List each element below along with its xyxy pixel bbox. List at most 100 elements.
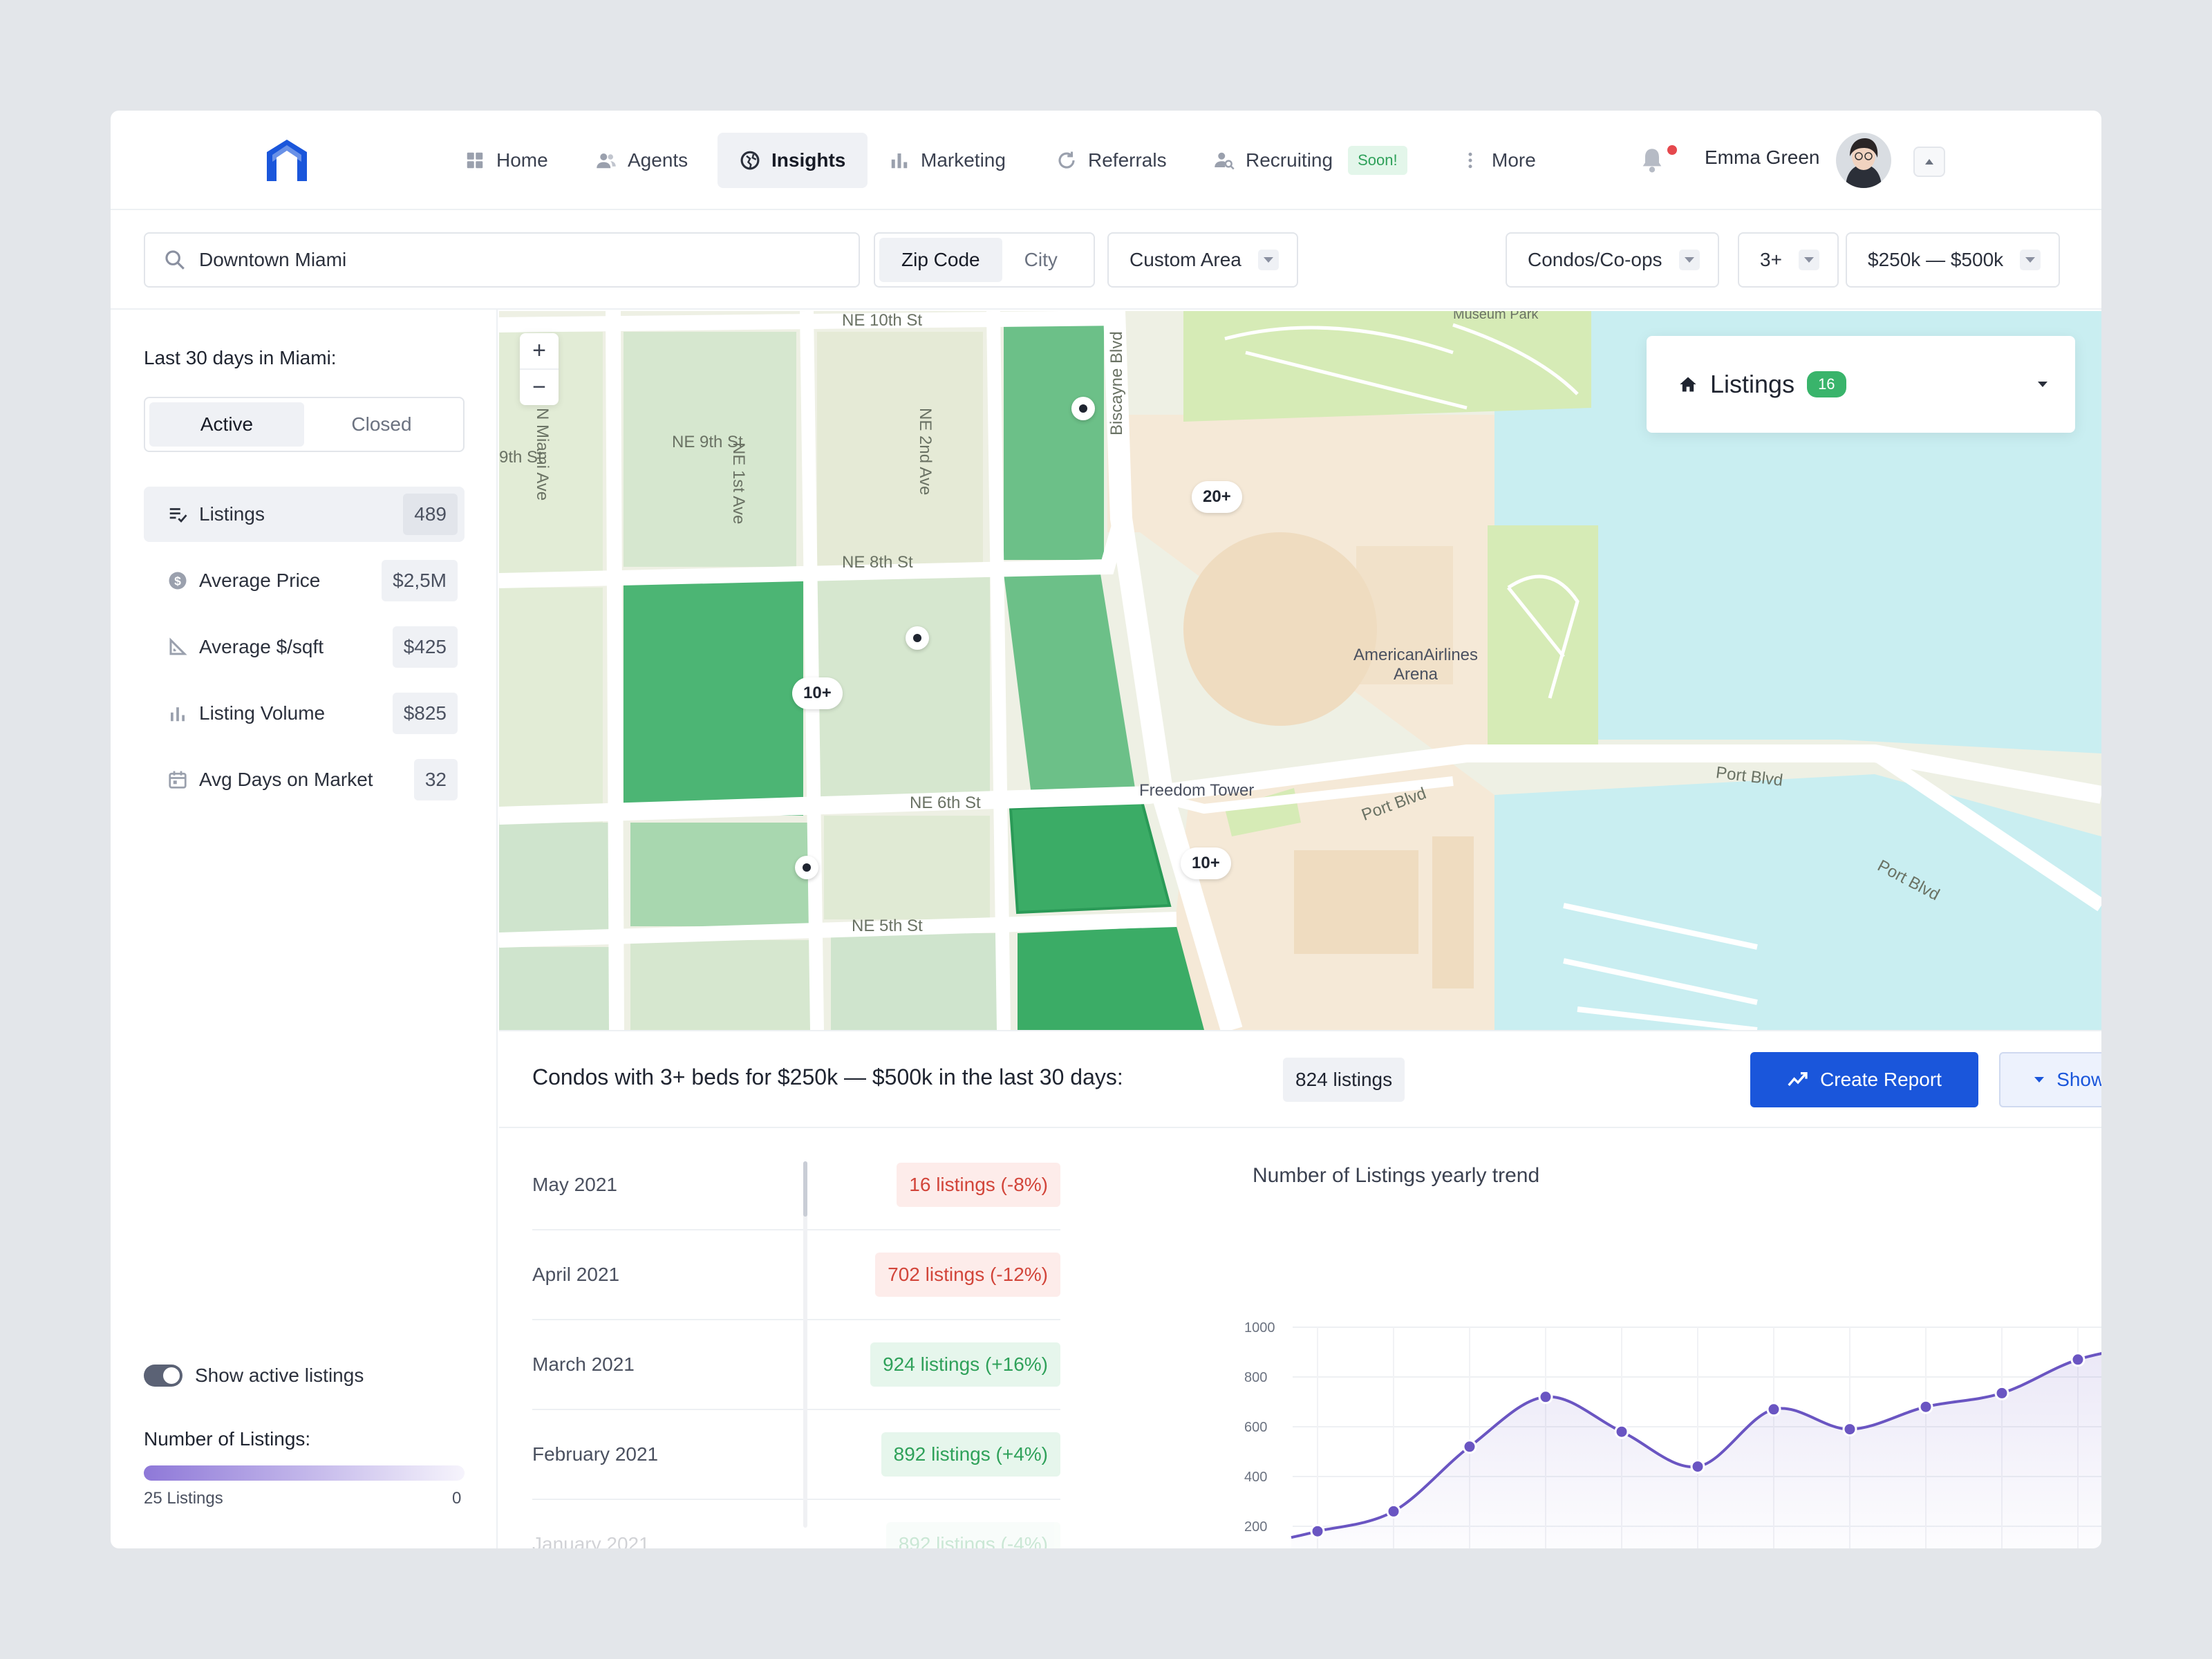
nav-referrals[interactable]: Referrals bbox=[1034, 133, 1189, 188]
change-badge: 892 listings (-4%) bbox=[885, 1522, 1060, 1548]
summary-count-badge: 824 listings bbox=[1283, 1058, 1405, 1102]
nav-marketing-label: Marketing bbox=[921, 149, 1006, 171]
area-type-city[interactable]: City bbox=[1002, 238, 1080, 282]
create-report-button[interactable]: Create Report bbox=[1750, 1052, 1978, 1107]
area-type-toggle: Zip Code City bbox=[874, 232, 1095, 288]
y-tick-label: 400 bbox=[1244, 1470, 1267, 1485]
metric-label: Avg Days on Market bbox=[199, 769, 373, 790]
show-less-button[interactable]: Show less bbox=[1999, 1052, 2101, 1107]
chevron-down-icon bbox=[2038, 382, 2047, 387]
bar-chart-icon bbox=[891, 153, 908, 169]
zoom-controls: + − bbox=[520, 333, 559, 405]
toggle-switch[interactable] bbox=[144, 1365, 182, 1387]
listings-layer-card[interactable]: Listings 16 bbox=[1647, 336, 2075, 433]
data-point bbox=[1690, 1459, 1705, 1474]
nav-home[interactable]: Home bbox=[442, 133, 570, 188]
status-toggle: Active Closed bbox=[144, 397, 465, 452]
list-item[interactable]: March 2021 924 listings (+16%) bbox=[532, 1320, 1060, 1410]
app-logo[interactable] bbox=[263, 137, 311, 185]
scrollbar-thumb[interactable] bbox=[803, 1161, 807, 1217]
metric-label: Listing Volume bbox=[199, 702, 326, 724]
status-tab-closed[interactable]: Closed bbox=[304, 402, 459, 447]
bell-icon[interactable] bbox=[1638, 147, 1666, 174]
cluster-marker[interactable]: 20+ bbox=[1192, 481, 1242, 513]
user-search-icon bbox=[1215, 152, 1235, 170]
data-point bbox=[1310, 1524, 1325, 1539]
y-tick-label: 1000 bbox=[1244, 1320, 1275, 1335]
metric-value: 32 bbox=[413, 759, 458, 800]
listings-card-title: Listings bbox=[1710, 370, 1795, 398]
listing-pin[interactable] bbox=[795, 856, 818, 879]
street-label: NE 1st Ave bbox=[729, 442, 748, 525]
status-tab-active[interactable]: Active bbox=[149, 402, 304, 447]
user-menu-toggle[interactable] bbox=[1913, 147, 1945, 177]
list-item[interactable]: April 2021 702 listings (-12%) bbox=[532, 1230, 1060, 1320]
zoom-out-button[interactable]: − bbox=[520, 370, 559, 405]
area-type-zip-code[interactable]: Zip Code bbox=[879, 238, 1002, 282]
search-icon bbox=[165, 250, 185, 270]
listing-pin[interactable] bbox=[1071, 397, 1095, 420]
map[interactable]: + − NE 10th St NE 9th St 9th St NE 8th S… bbox=[499, 311, 2101, 1030]
zone-block[interactable] bbox=[1018, 926, 1204, 1030]
nav-recruiting[interactable]: Recruiting Soon! bbox=[1192, 133, 1430, 188]
nav-agents[interactable]: Agents bbox=[574, 133, 710, 188]
zone-block[interactable] bbox=[1004, 325, 1104, 560]
nav-more-label: More bbox=[1492, 149, 1536, 171]
change-badge: 924 listings (+16%) bbox=[870, 1342, 1060, 1387]
change-badge: 702 listings (-12%) bbox=[875, 1253, 1060, 1297]
legend-min-label: 25 Listings bbox=[144, 1489, 223, 1508]
grid-icon bbox=[467, 152, 483, 169]
nav-marketing[interactable]: Marketing bbox=[867, 133, 1028, 188]
metric-listings[interactable]: Listings 489 bbox=[144, 487, 465, 542]
cluster-marker[interactable]: 10+ bbox=[1181, 847, 1231, 879]
list-item[interactable]: May 2021 16 listings (-8%) bbox=[532, 1141, 1060, 1230]
legend-gradient-bar bbox=[144, 1465, 465, 1481]
zone-block[interactable] bbox=[1009, 800, 1172, 915]
price-range-dropdown[interactable]: $250k — $500k bbox=[1846, 232, 2061, 288]
caret-down-icon bbox=[2034, 1077, 2045, 1082]
data-point bbox=[1386, 1503, 1401, 1519]
globe-icon bbox=[740, 151, 760, 170]
property-type-dropdown[interactable]: Condos/Co-ops bbox=[1506, 232, 1719, 288]
metric-average-sqft[interactable]: Average $/sqft $425 bbox=[144, 619, 465, 675]
home-icon bbox=[1680, 377, 1696, 392]
listings-trend-chart: 020040060080010005/20 6/20 7/20 8/20 9/20 10/… bbox=[1244, 1320, 2101, 1548]
monthly-listings-list: May 2021 16 listings (-8%) April 2021 70… bbox=[499, 1130, 1100, 1548]
nav-insights[interactable]: Insights bbox=[718, 133, 868, 188]
change-badge: 16 listings (-8%) bbox=[897, 1163, 1060, 1207]
month-label: January 2021 bbox=[532, 1533, 650, 1548]
nav-home-label: Home bbox=[496, 149, 548, 171]
metric-value: $2,5M bbox=[382, 560, 458, 601]
metric-listing-volume[interactable]: Listing Volume $825 bbox=[144, 686, 465, 741]
nav-more[interactable]: More bbox=[1438, 133, 1558, 188]
show-active-listings-toggle[interactable]: Show active listings bbox=[144, 1365, 364, 1387]
avatar[interactable] bbox=[1836, 133, 1891, 188]
zone-block[interactable] bbox=[624, 581, 803, 816]
data-point bbox=[1538, 1389, 1553, 1405]
metric-average-price[interactable]: $ Average Price $2,5M bbox=[144, 553, 465, 608]
data-point bbox=[1842, 1422, 1857, 1437]
zoom-in-button[interactable]: + bbox=[520, 333, 559, 370]
toggle-label: Show active listings bbox=[195, 1365, 364, 1386]
app-window: Home Agents Insights Marketing Referrals… bbox=[111, 111, 2101, 1548]
search-input[interactable]: Downtown Miami bbox=[144, 232, 860, 288]
metric-avg-days-on-market[interactable]: Avg Days on Market 32 bbox=[144, 752, 465, 807]
street-label: NE 5th St bbox=[852, 917, 923, 935]
list-item[interactable]: January 2021 892 listings (-4%) bbox=[532, 1500, 1060, 1548]
legend-title: Number of Listings: bbox=[144, 1428, 311, 1450]
chart-title: Number of Listings yearly trend bbox=[1253, 1164, 1540, 1187]
chevron-up-icon bbox=[1925, 159, 1933, 165]
chevron-down-icon bbox=[1678, 250, 1700, 270]
listing-pin[interactable] bbox=[906, 626, 929, 650]
list-item[interactable]: February 2021 892 listings (+4%) bbox=[532, 1410, 1060, 1500]
custom-area-dropdown[interactable]: Custom Area bbox=[1107, 232, 1298, 288]
beds-dropdown[interactable]: 3+ bbox=[1738, 232, 1839, 288]
y-tick-label: 600 bbox=[1244, 1420, 1267, 1435]
metric-label: Average $/sqft bbox=[199, 636, 324, 657]
change-badge: 892 listings (+4%) bbox=[881, 1432, 1060, 1477]
custom-area-label: Custom Area bbox=[1130, 249, 1241, 270]
cluster-marker[interactable]: 10+ bbox=[792, 677, 843, 709]
summary-text: Condos with 3+ beds for $250k — $500k in… bbox=[532, 1065, 1123, 1089]
avatar-image bbox=[1836, 133, 1891, 188]
search-value: Downtown Miami bbox=[199, 249, 347, 270]
